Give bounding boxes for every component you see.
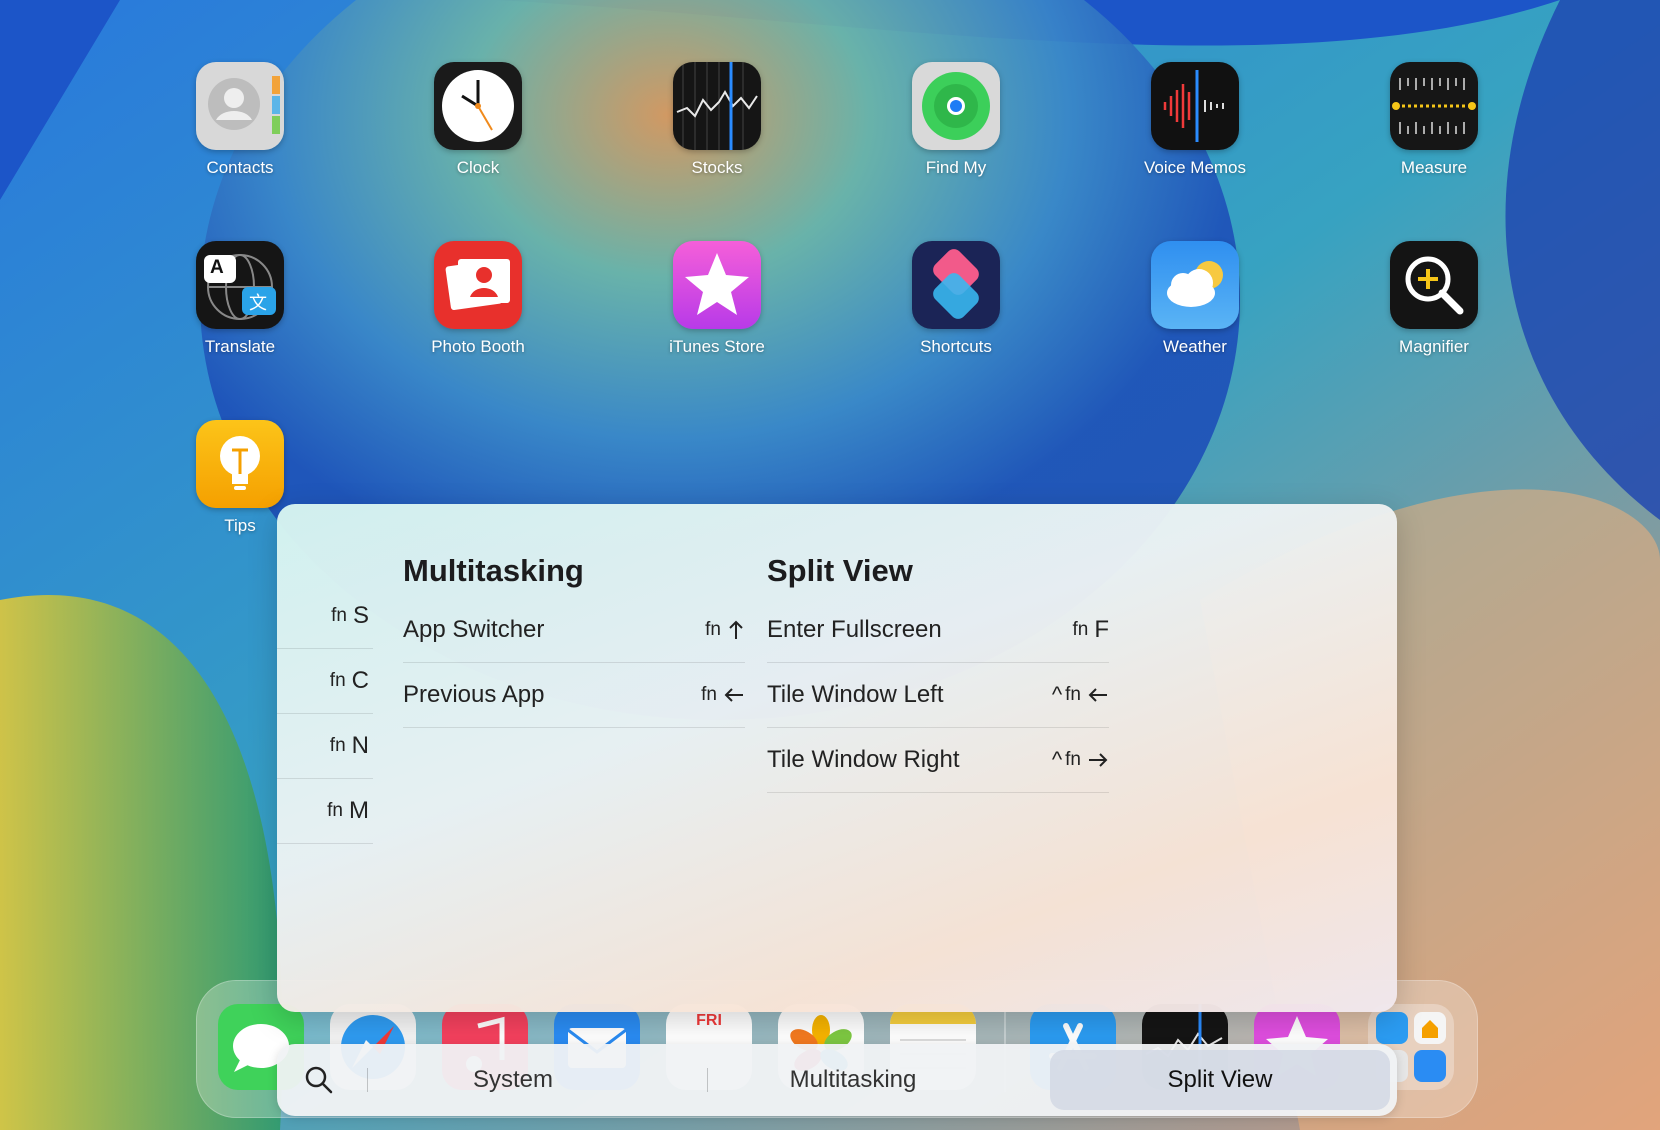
- search-icon: [305, 1066, 333, 1094]
- keyboard-shortcuts-overlay: fn S fn C fn N fn M Multitasking App Swi…: [277, 504, 1397, 1012]
- app-clock[interactable]: Clock: [398, 62, 558, 178]
- tab-separator: [707, 1068, 708, 1092]
- translate-icon: A 文: [196, 241, 284, 329]
- tab-split-view[interactable]: Split View: [1050, 1050, 1390, 1110]
- control-key: ^: [1051, 682, 1063, 707]
- magnifier-icon: [1390, 241, 1478, 329]
- calendar-day: FRI: [696, 1012, 722, 1029]
- contacts-icon: [196, 62, 284, 150]
- shortcut-row: fn M: [277, 779, 373, 844]
- app-contacts[interactable]: Contacts: [160, 62, 320, 178]
- shortcut-keys: ^ fn: [1052, 682, 1109, 708]
- shortcut-row: fn N: [277, 714, 373, 779]
- tips-icon: [196, 420, 284, 508]
- multitasking-title: Multitasking: [403, 553, 584, 588]
- shortcut-keys: ^ fn: [1052, 747, 1109, 773]
- app-magnifier[interactable]: Magnifier: [1354, 241, 1514, 357]
- split-view-title: Split View: [767, 553, 913, 588]
- tab-system[interactable]: System: [377, 1044, 649, 1116]
- app-find-my[interactable]: Find My: [876, 62, 1036, 178]
- shortcut-previous-app: Previous App fn: [403, 663, 745, 728]
- shortcut-keys: fn: [701, 684, 745, 706]
- up-arrow-icon: [729, 620, 743, 639]
- right-arrow-icon: [1089, 753, 1108, 767]
- shortcut-label: Enter Fullscreen: [767, 616, 942, 643]
- shortcut-tile-window-right: Tile Window Right ^ fn: [767, 728, 1109, 793]
- app-shortcuts[interactable]: Shortcuts: [876, 241, 1036, 357]
- app-voice-memos[interactable]: Voice Memos: [1115, 62, 1275, 178]
- stocks-icon: [673, 62, 761, 150]
- system-shortcuts-column: fn S fn C fn N fn M: [277, 584, 373, 844]
- control-key: ^: [1051, 747, 1063, 772]
- clock-icon: [434, 62, 522, 150]
- shortcut-app-switcher: App Switcher fn: [403, 598, 745, 663]
- voice-memos-icon: [1151, 62, 1239, 150]
- shortcut-tile-window-left: Tile Window Left ^ fn: [767, 663, 1109, 728]
- translate-latin-glyph: A: [210, 257, 224, 278]
- measure-icon: [1390, 62, 1478, 150]
- multitasking-section: Multitasking App Switcher fn Previous Ap…: [403, 544, 745, 728]
- app-stocks[interactable]: Stocks: [637, 62, 797, 178]
- weather-icon: [1151, 241, 1239, 329]
- left-arrow-icon: [1088, 688, 1107, 702]
- app-itunes-store[interactable]: iTunes Store: [637, 241, 797, 357]
- shortcut-enter-fullscreen: Enter Fullscreen fn F: [767, 598, 1109, 663]
- shortcut-label: Tile Window Right: [767, 746, 960, 773]
- shortcut-row: fn S: [277, 584, 373, 649]
- shortcut-label: Previous App: [403, 681, 545, 708]
- shortcut-keys: fn: [705, 619, 745, 641]
- search-button[interactable]: [301, 1062, 337, 1098]
- tab-multitasking[interactable]: Multitasking: [717, 1044, 989, 1116]
- app-weather[interactable]: Weather: [1115, 241, 1275, 357]
- shortcut-category-bar: System Multitasking Split View: [277, 1044, 1397, 1116]
- translate-cjk-glyph: 文: [249, 293, 267, 314]
- app-measure[interactable]: Measure: [1354, 62, 1514, 178]
- shortcut-label: App Switcher: [403, 616, 545, 643]
- itunes-store-icon: [673, 241, 761, 329]
- shortcut-row: fn C: [277, 649, 373, 714]
- photo-booth-icon: [434, 241, 522, 329]
- split-view-section: Split View Enter Fullscreen fn F Tile Wi…: [767, 544, 1109, 793]
- shortcuts-icon: [912, 241, 1000, 329]
- shortcut-label: Tile Window Left: [767, 681, 944, 708]
- app-photo-booth[interactable]: Photo Booth: [398, 241, 558, 357]
- tab-separator: [367, 1068, 368, 1092]
- app-translate[interactable]: A 文 Translate: [160, 241, 320, 357]
- left-arrow-icon: [724, 688, 743, 702]
- find-my-icon: [912, 62, 1000, 150]
- shortcut-keys: fn F: [1072, 616, 1109, 643]
